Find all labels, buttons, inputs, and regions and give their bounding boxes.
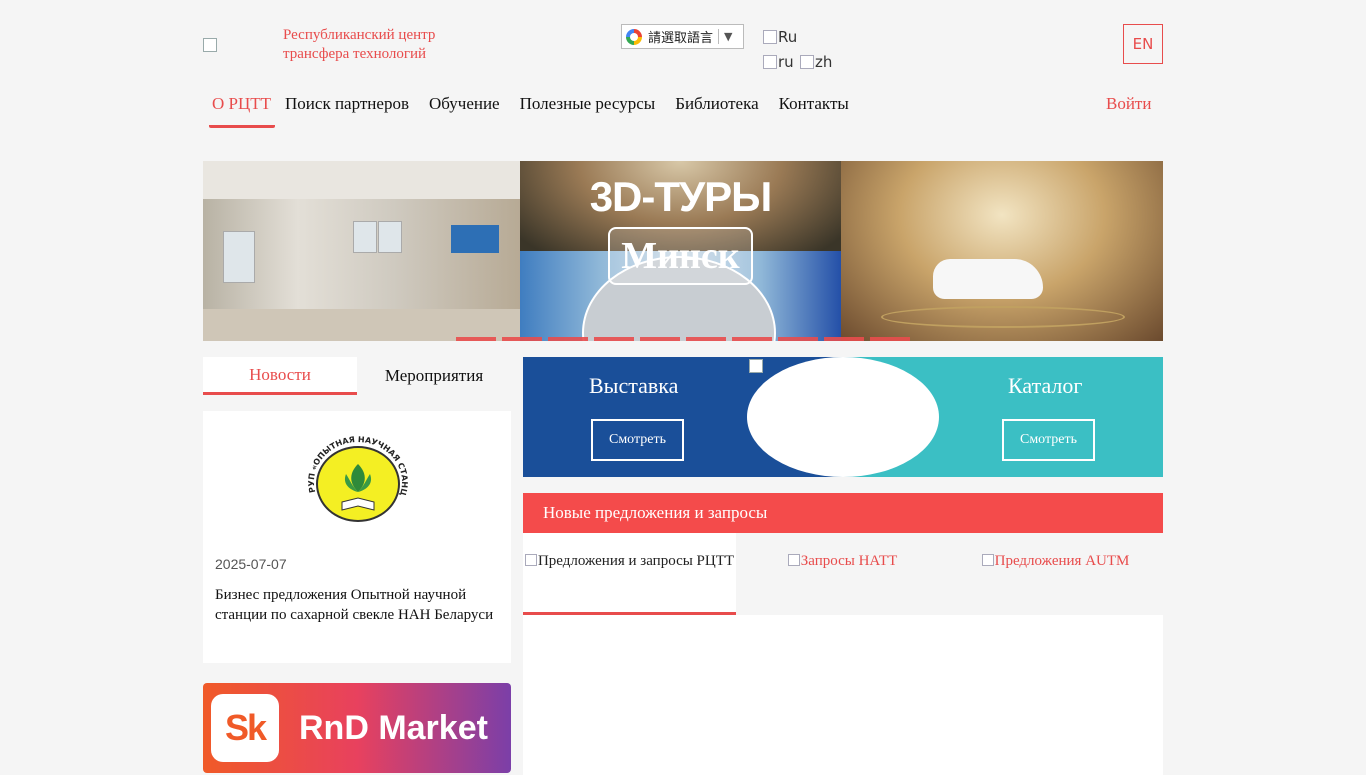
tab-rctt-offers-label: Предложения и запросы РЦТТ	[537, 553, 735, 569]
flag-ru-caps-alt: Ru	[778, 28, 798, 46]
sugar-beet-station-logo: РУП «ОПЫТНАЯ НАУЧНАЯ СТАНЦИЯ ПО САХАРНОЙ…	[302, 434, 414, 532]
banner-carousel[interactable]: 3D-ТУРЫ Минск	[203, 161, 1163, 341]
expo-view-button[interactable]: Смотреть	[591, 419, 684, 461]
nav-item-library[interactable]: Библиотека	[665, 88, 768, 122]
nav-item-training[interactable]: Обучение	[419, 88, 510, 122]
org-name-link[interactable]: Республиканский центр трансфера технолог…	[283, 26, 435, 64]
offers-content	[523, 615, 1163, 775]
news-card[interactable]: РУП «ОПЫТНАЯ НАУЧНАЯ СТАНЦИЯ ПО САХАРНОЙ…	[203, 411, 511, 663]
news-title[interactable]: Бизнес предложения Опытной научной станц…	[215, 585, 500, 625]
login-link[interactable]: Войти	[1106, 94, 1151, 114]
nav-item-about[interactable]: О РЦТТ	[209, 88, 276, 128]
carousel-dot-7[interactable]	[732, 337, 772, 341]
carousel-dot-1[interactable]	[456, 337, 496, 341]
flag-zh[interactable]: zh	[800, 53, 832, 71]
carousel-indicators	[456, 337, 910, 341]
rnd-market-banner[interactable]: Sk RnD Market	[203, 683, 511, 773]
broken-image-icon	[800, 55, 814, 69]
broken-image-icon	[981, 554, 994, 566]
carousel-dot-8[interactable]	[778, 337, 818, 341]
site-logo-image[interactable]	[203, 38, 217, 52]
translate-label: 請選取語言	[648, 31, 714, 46]
carousel-dot-10[interactable]	[870, 337, 910, 341]
flag-ru-alt: ru	[778, 53, 794, 71]
google-translate-select[interactable]: 請選取語言 ▼	[621, 24, 744, 49]
expo-catalog-block: Выставка Смотреть Каталог Смотреть	[523, 357, 1163, 477]
banner-photo-exhibit-hall	[203, 161, 520, 341]
tab-events[interactable]: Мероприятия	[357, 357, 511, 395]
flag-ru-caps[interactable]: Ru	[763, 28, 797, 46]
nav-item-contacts[interactable]: Контакты	[769, 88, 859, 122]
carousel-dot-5[interactable]	[640, 337, 680, 341]
nav-item-partners[interactable]: Поиск партнеров	[275, 88, 419, 122]
tab-news[interactable]: Новости	[203, 357, 357, 395]
expo-title: Выставка	[589, 373, 679, 398]
broken-image-icon	[763, 30, 777, 44]
main-nav: О РЦТТ Поиск партнеров Обучение Полезные…	[203, 88, 859, 130]
carousel-dot-9[interactable]	[824, 337, 864, 341]
news-date: 2025-07-07	[215, 556, 287, 572]
banner-title: 3D-ТУРЫ	[589, 173, 773, 220]
tab-autm-offers[interactable]: Предложения AUTM	[949, 533, 1162, 615]
expo-center-circle	[747, 357, 939, 477]
carousel-dot-2[interactable]	[502, 337, 542, 341]
offers-tabs: Предложения и запросы РЦТТ Запросы НАТТ …	[523, 533, 1163, 615]
flag-zh-alt: zh	[815, 53, 833, 71]
skolkovo-logo: Sk	[211, 694, 279, 762]
chevron-down-icon: ▼	[724, 30, 733, 43]
banner-subtitle: Минск	[621, 235, 740, 277]
carousel-dot-4[interactable]	[594, 337, 634, 341]
flag-ru[interactable]: ru	[763, 53, 794, 71]
tab-natt-requests[interactable]: Запросы НАТТ	[736, 533, 949, 615]
broken-image-icon	[763, 55, 777, 69]
tab-autm-offers-label: Предложения AUTM	[994, 553, 1130, 569]
carousel-dot-3[interactable]	[548, 337, 588, 341]
banner-subtitle-frame: Минск	[608, 227, 753, 285]
tab-rctt-offers[interactable]: Предложения и запросы РЦТТ	[523, 533, 736, 615]
rnd-market-text: RnD Market	[299, 709, 488, 747]
org-name-line1: Республиканский центр	[283, 27, 436, 43]
nav-item-resources[interactable]: Полезные ресурсы	[510, 88, 666, 122]
language-en-button[interactable]: EN	[1123, 24, 1163, 64]
broken-image-icon	[524, 554, 537, 566]
carousel-dot-6[interactable]	[686, 337, 726, 341]
catalog-view-button[interactable]: Смотреть	[1002, 419, 1095, 461]
banner-photo-museum	[841, 161, 1163, 341]
offers-header: Новые предложения и запросы	[523, 493, 1163, 533]
catalog-title: Каталог	[1008, 373, 1083, 398]
google-icon	[626, 28, 642, 45]
translate-divider	[718, 29, 720, 44]
broken-image-icon	[787, 554, 800, 566]
broken-image-icon	[749, 359, 763, 373]
org-name-line2: трансфера технологий	[283, 46, 427, 62]
banner-photo-arena: 3D-ТУРЫ Минск	[520, 161, 841, 341]
news-tabs: Новости Мероприятия	[203, 357, 511, 395]
tab-natt-requests-label: Запросы НАТТ	[800, 553, 898, 569]
